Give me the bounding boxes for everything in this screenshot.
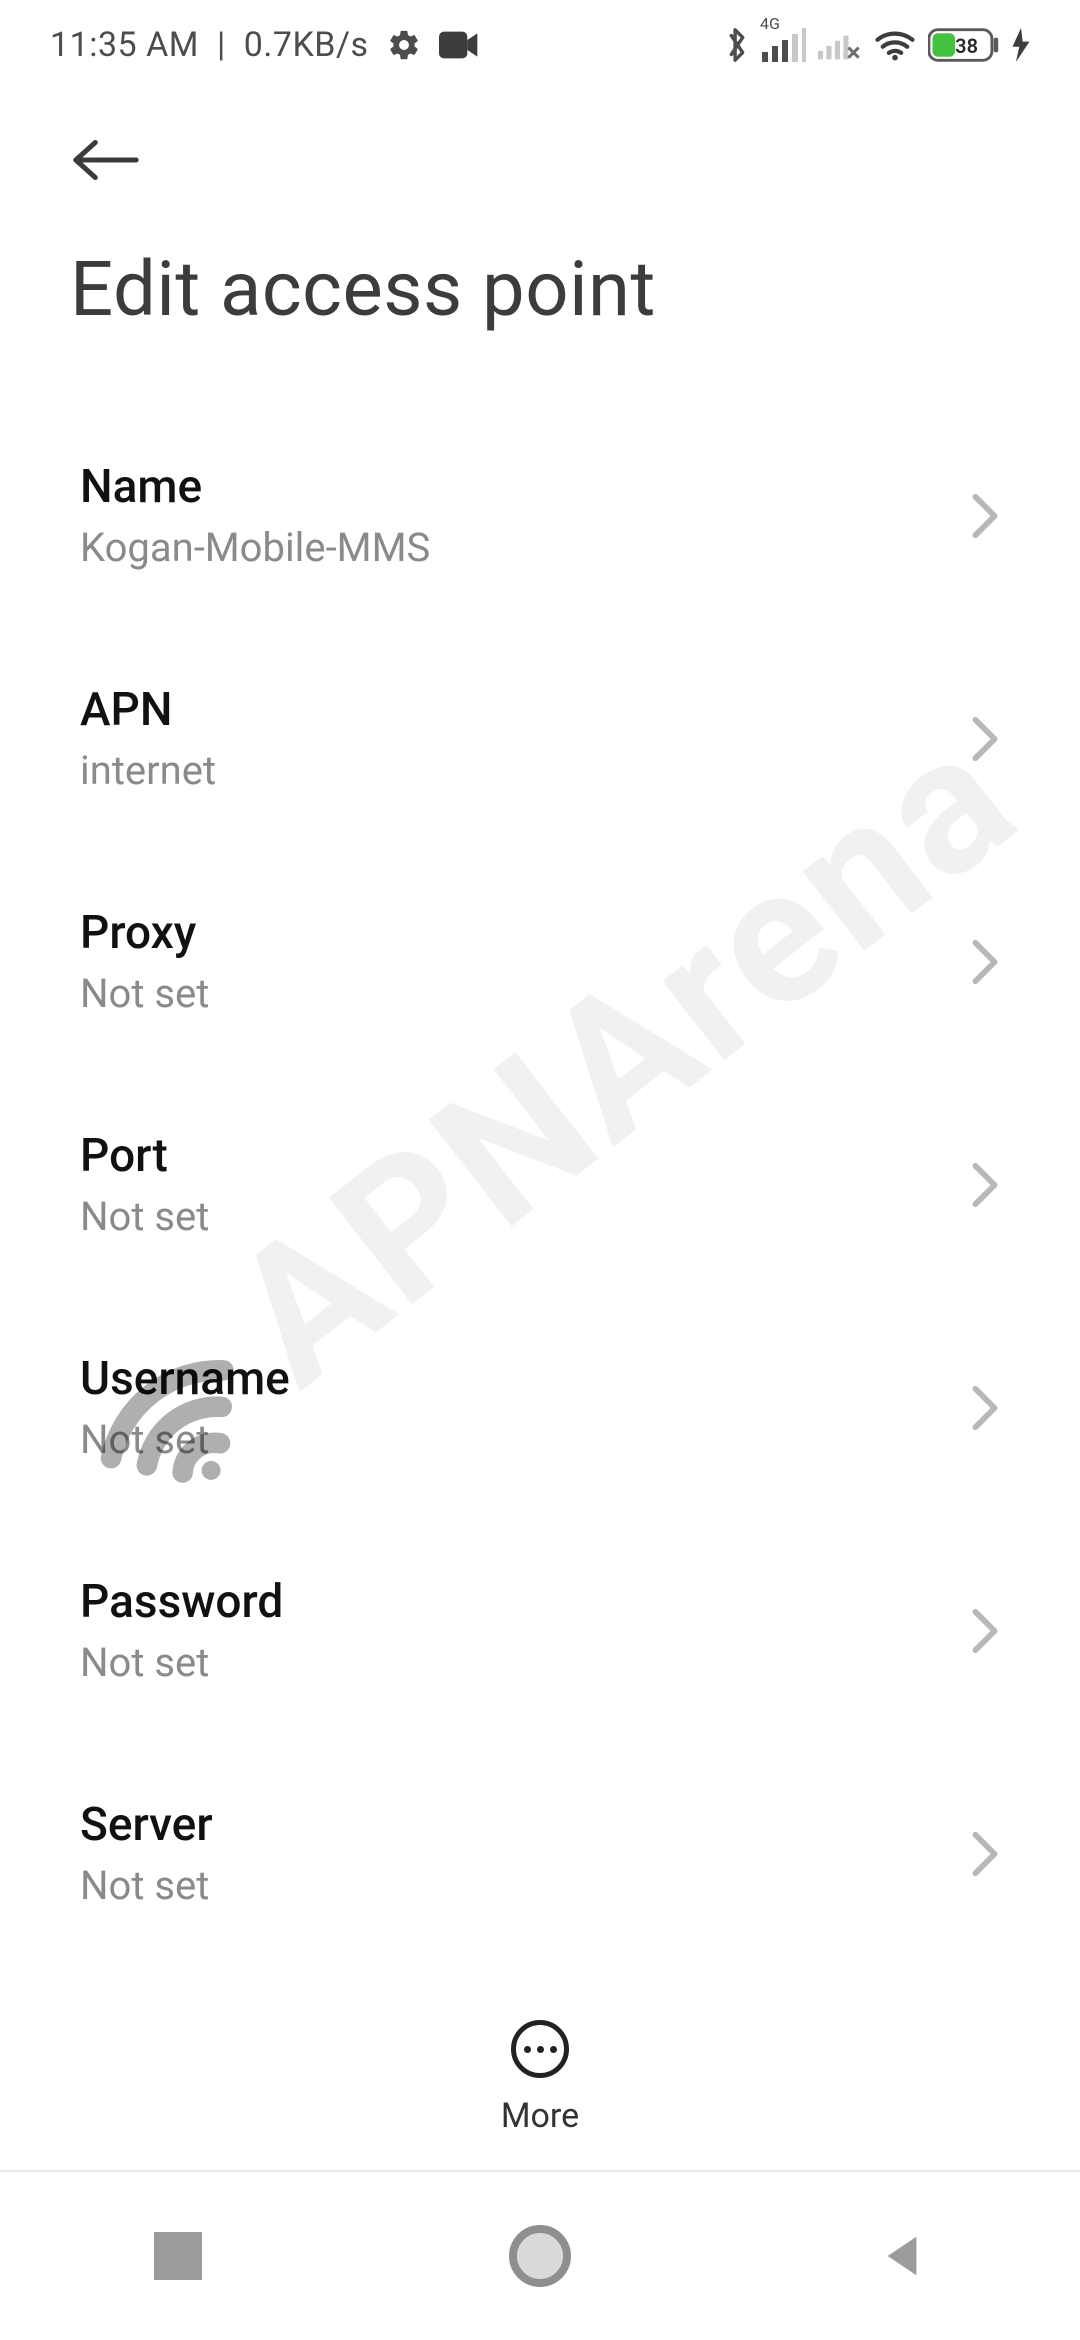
nav-recents-button[interactable] bbox=[154, 2232, 202, 2280]
battery-icon: 38 bbox=[928, 28, 1000, 62]
bluetooth-icon bbox=[724, 26, 750, 64]
battery-pct: 38 bbox=[955, 34, 978, 58]
more-button[interactable]: More bbox=[0, 1988, 1080, 2168]
settings-list: Name Kogan-Mobile-MMS APN internet Proxy… bbox=[0, 404, 1080, 2204]
chevron-right-icon bbox=[970, 715, 1000, 763]
signal-sim1-icon: 4G bbox=[762, 28, 806, 62]
setting-label: Proxy bbox=[80, 906, 209, 960]
setting-row-port[interactable]: Port Not set bbox=[80, 1073, 1000, 1296]
setting-value: Not set bbox=[80, 1639, 283, 1686]
more-icon bbox=[511, 2020, 569, 2078]
status-bar: 11:35 AM | 0.7KB/s 4G 38 bbox=[0, 0, 1080, 90]
signal-sim2-icon bbox=[818, 28, 862, 62]
setting-row-server[interactable]: Server Not set bbox=[80, 1742, 1000, 1965]
chevron-right-icon bbox=[970, 938, 1000, 986]
chevron-right-icon bbox=[970, 492, 1000, 540]
setting-label: Port bbox=[80, 1129, 209, 1183]
setting-value: Not set bbox=[80, 970, 209, 1017]
back-button[interactable] bbox=[70, 136, 140, 184]
nav-back-button[interactable] bbox=[878, 2232, 926, 2280]
gear-icon bbox=[387, 28, 421, 62]
setting-value: Kogan-Mobile-MMS bbox=[80, 524, 430, 571]
setting-value: Not set bbox=[80, 1193, 209, 1240]
chevron-right-icon bbox=[970, 1607, 1000, 1655]
nav-home-button[interactable] bbox=[509, 2225, 571, 2287]
setting-label: Name bbox=[80, 460, 430, 514]
system-nav-bar bbox=[0, 2170, 1080, 2340]
status-time: 11:35 AM bbox=[50, 25, 199, 65]
setting-row-proxy[interactable]: Proxy Not set bbox=[80, 850, 1000, 1073]
chevron-right-icon bbox=[970, 1161, 1000, 1209]
setting-row-password[interactable]: Password Not set bbox=[80, 1519, 1000, 1742]
setting-row-apn[interactable]: APN internet bbox=[80, 627, 1000, 850]
setting-label: Password bbox=[80, 1575, 283, 1629]
setting-row-name[interactable]: Name Kogan-Mobile-MMS bbox=[80, 404, 1000, 627]
charging-icon bbox=[1012, 28, 1030, 62]
setting-label: Username bbox=[80, 1352, 290, 1406]
setting-row-username[interactable]: Username Not set bbox=[80, 1296, 1000, 1519]
setting-label: APN bbox=[80, 683, 216, 737]
camera-icon bbox=[439, 31, 479, 59]
wifi-icon bbox=[874, 28, 916, 62]
setting-value: Not set bbox=[80, 1862, 213, 1909]
setting-value: Not set bbox=[80, 1416, 290, 1463]
page-title: Edit access point bbox=[0, 198, 1080, 404]
chevron-right-icon bbox=[970, 1384, 1000, 1432]
chevron-right-icon bbox=[970, 1830, 1000, 1878]
status-net-speed: 0.7KB/s bbox=[244, 25, 369, 65]
setting-label: Server bbox=[80, 1798, 213, 1852]
setting-value: internet bbox=[80, 747, 216, 794]
more-label: More bbox=[501, 2096, 579, 2136]
